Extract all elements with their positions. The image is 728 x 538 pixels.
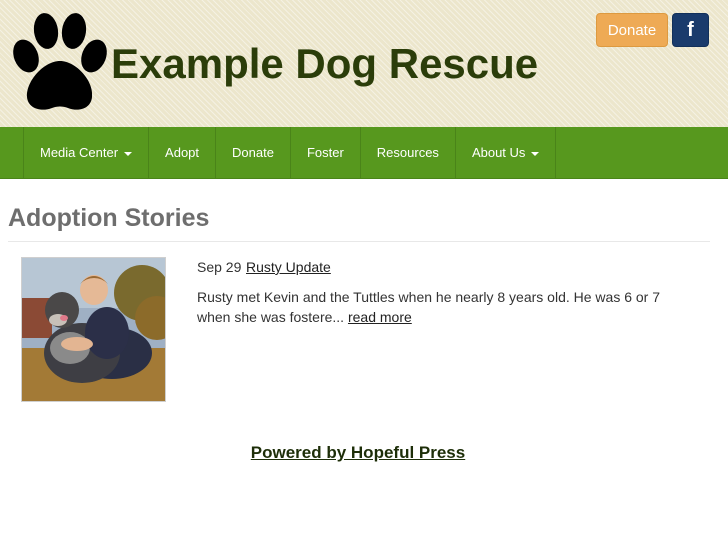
- story-date: Sep 29: [197, 259, 242, 275]
- story-excerpt-text: Rusty met Kevin and the Tuttles when he …: [197, 289, 661, 325]
- nav-item-label: Donate: [232, 145, 274, 160]
- nav-item-label: Foster: [306, 145, 344, 160]
- nav-item-about-us[interactable]: About Us: [456, 127, 557, 178]
- site-title[interactable]: Example Dog Rescue: [111, 40, 538, 88]
- powered-by-link[interactable]: Powered by Hopeful Press: [0, 443, 716, 463]
- caret-down-icon: [124, 151, 133, 156]
- nav-item-label: Media Center: [40, 145, 119, 160]
- story-excerpt: Rusty met Kevin and the Tuttles when he …: [197, 287, 697, 327]
- story-photo-image: [22, 258, 165, 401]
- page-title: Adoption Stories: [8, 204, 210, 232]
- caret-down-icon: [531, 151, 540, 156]
- main-navbar: Media Center Adopt Donate Foster Resourc…: [0, 127, 728, 179]
- story-photo[interactable]: [21, 257, 166, 402]
- read-more-link[interactable]: read more: [348, 309, 412, 325]
- nav-item-label: About Us: [471, 145, 526, 160]
- story-title-link[interactable]: Rusty Update: [246, 259, 331, 275]
- nav-item-donate[interactable]: Donate: [216, 127, 291, 178]
- nav-item-adopt[interactable]: Adopt: [149, 127, 217, 178]
- nav-item-media-center[interactable]: Media Center: [24, 127, 150, 178]
- site-header: Example Dog Rescue Donate f: [0, 0, 728, 127]
- nav-menu: Media Center Adopt Donate Foster Resourc…: [23, 127, 557, 178]
- main-content: Adoption Stories Sep 29 Rusty Update Rus…: [0, 179, 728, 538]
- heading-divider: [8, 241, 710, 242]
- facebook-icon[interactable]: f: [672, 13, 709, 47]
- nav-item-label: Resources: [376, 145, 439, 160]
- nav-item-foster[interactable]: Foster: [291, 127, 361, 178]
- nav-item-label: Adopt: [165, 145, 200, 160]
- donate-button[interactable]: Donate: [596, 13, 668, 47]
- paw-print-icon[interactable]: [6, 11, 112, 115]
- nav-item-resources[interactable]: Resources: [361, 127, 456, 178]
